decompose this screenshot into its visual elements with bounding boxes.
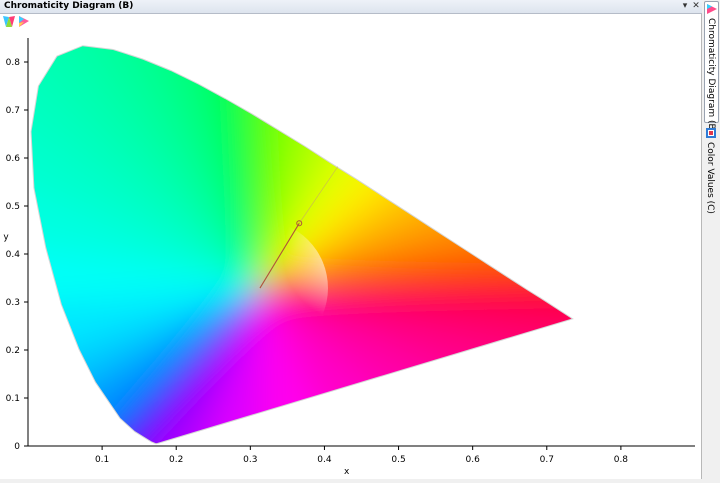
y-tick-label: 0.2: [6, 346, 20, 356]
chromaticity-panel: Chromaticity Diagram (B) ▾ ✕ 0.1 0.2 0.3…: [0, 0, 702, 479]
tab-chromaticity-diagram[interactable]: Chromaticity Diagram (B): [704, 1, 719, 133]
tab-color-values-label: Color Values (C): [705, 142, 715, 214]
gamut-view-icon[interactable]: [18, 16, 30, 27]
panel-titlebar: Chromaticity Diagram (B) ▾ ✕: [0, 0, 702, 14]
y-tick-label: 0.5: [6, 202, 20, 212]
x-tick-label: 0.6: [466, 455, 481, 465]
y-tick-label: 0: [14, 442, 20, 452]
y-tick-label: 0.6: [6, 154, 21, 164]
y-tick-label: 0.8: [6, 58, 21, 68]
panel-title: Chromaticity Diagram (B): [4, 1, 134, 11]
y-tick-label: 0.7: [6, 106, 20, 116]
x-tick-label: 0.8: [614, 455, 629, 465]
chart-svg: 0.1 0.2 0.3 0.4 0.5 0.6 0.7 0.8 0 0.1 0.2 0.3 0.4 0.5…: [3, 38, 695, 477]
panel-toolbar: [0, 14, 702, 28]
x-tick-label: 0.1: [95, 455, 109, 465]
x-tick-label: 0.4: [317, 455, 332, 465]
x-axis-label: x: [344, 467, 350, 477]
x-tick-label: 0.3: [243, 455, 257, 465]
chromaticity-view-icon[interactable]: [3, 16, 15, 27]
color-values-icon: [706, 128, 716, 138]
x-tick-label: 0.7: [540, 455, 554, 465]
y-tick-label: 0.1: [6, 394, 20, 404]
right-tab-rail: Chromaticity Diagram (B) Color Values (C…: [703, 0, 720, 479]
x-tick-label: 0.5: [391, 455, 405, 465]
y-tick-label: 0.3: [6, 298, 20, 308]
chromaticity-icon: [707, 4, 717, 14]
panel-menu-button[interactable]: ▾: [680, 0, 690, 13]
panel-close-button[interactable]: ✕: [691, 0, 701, 13]
chromaticity-chart[interactable]: 0.1 0.2 0.3 0.4 0.5 0.6 0.7 0.8 0 0.1 0.2 0.3 0.4 0.5…: [0, 28, 702, 479]
x-tick-label: 0.2: [169, 455, 183, 465]
y-axis-label: y: [3, 233, 9, 243]
tab-color-values[interactable]: Color Values (C): [704, 126, 719, 214]
y-tick-label: 0.4: [6, 250, 21, 260]
tab-chromaticity-label: Chromaticity Diagram (B): [706, 18, 716, 134]
